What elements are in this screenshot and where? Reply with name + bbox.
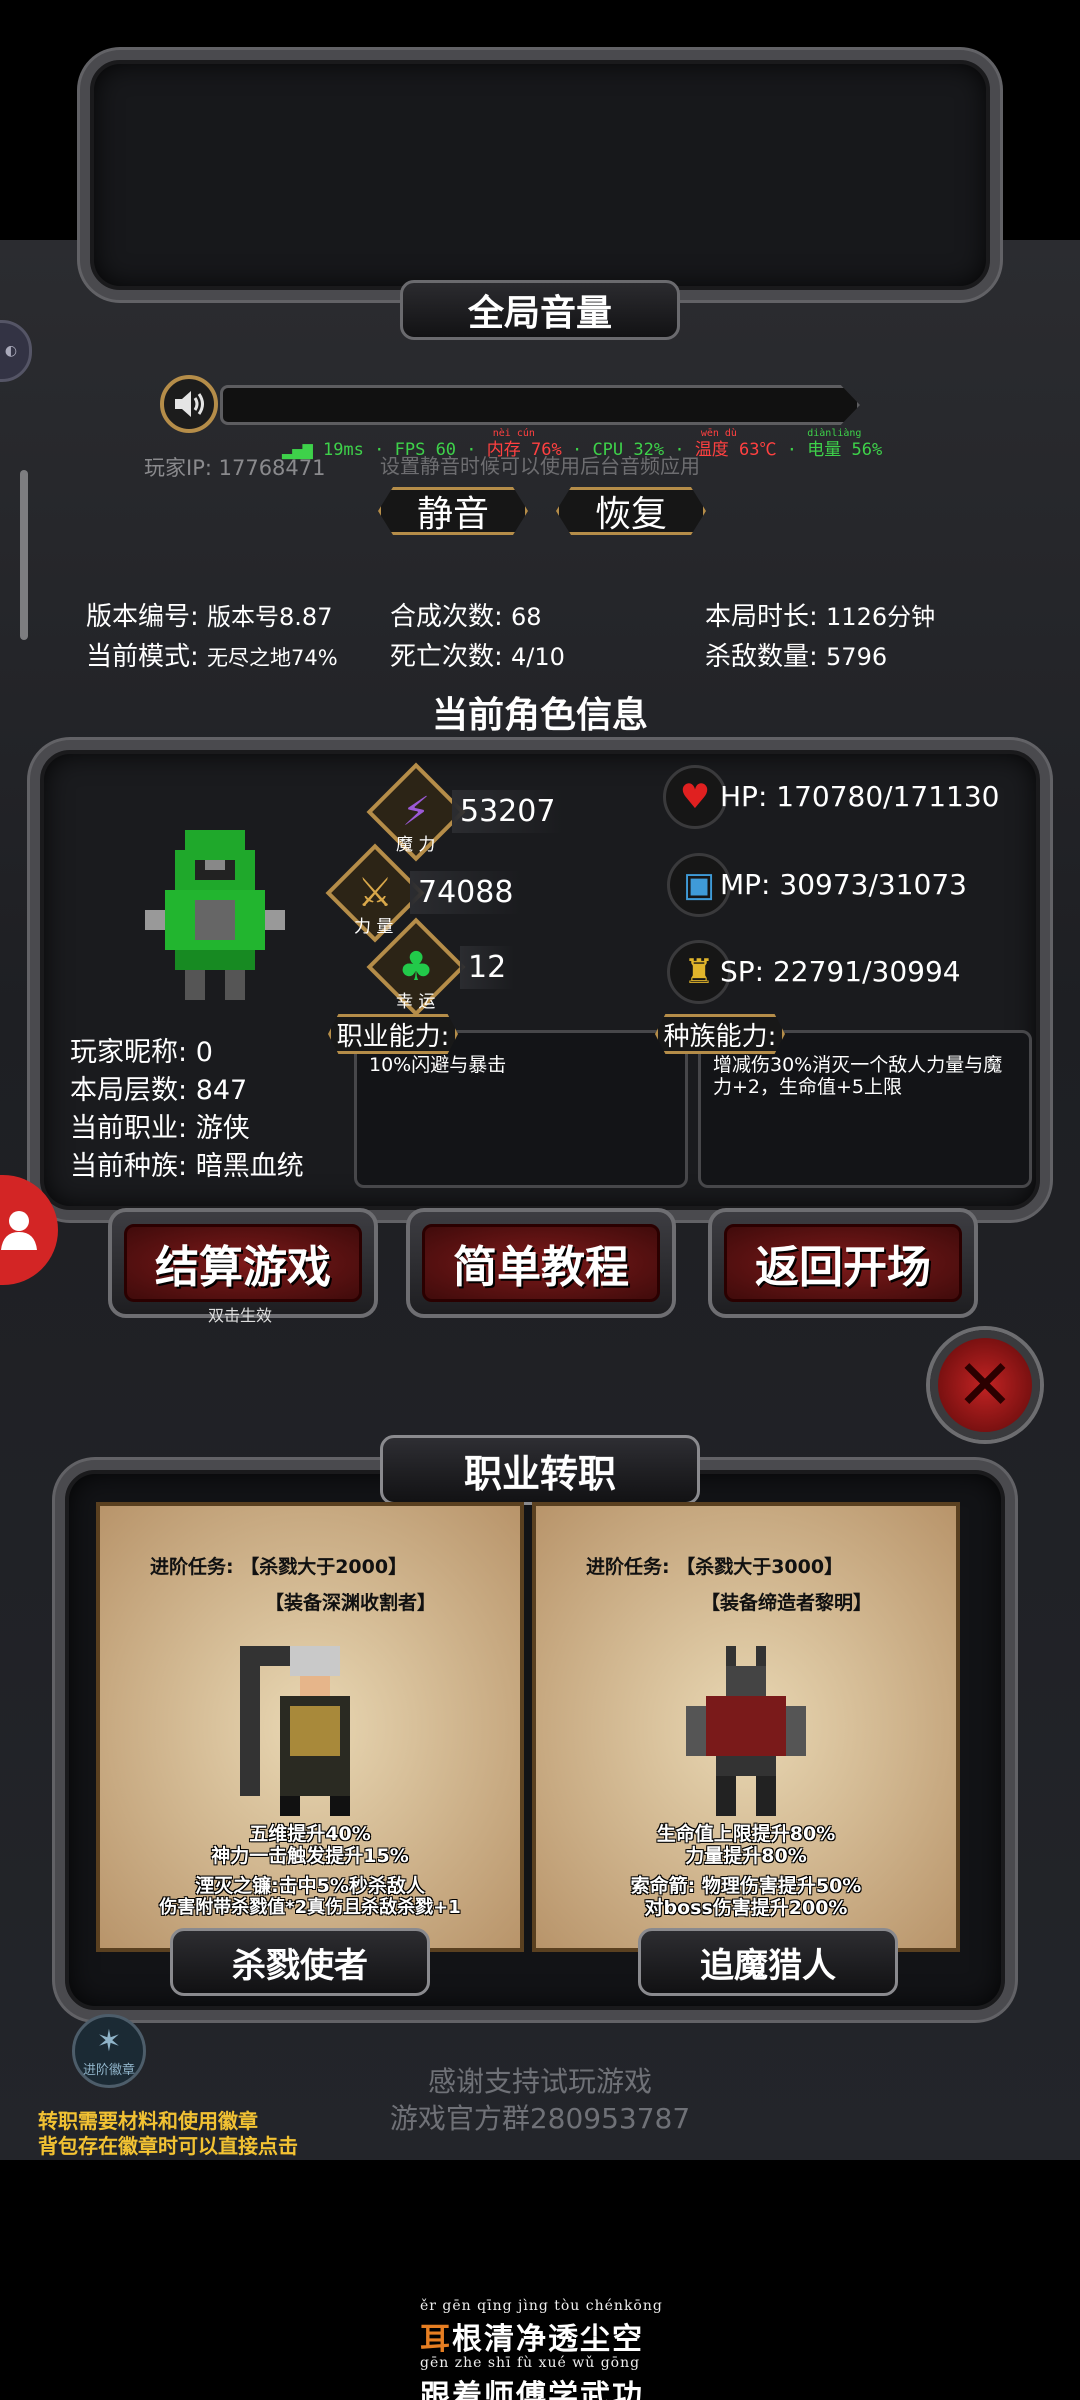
strength-value: 74088: [410, 871, 522, 914]
poem-line-2: gēn zhe shī fù xué wǔ gōng 跟着师傅学武功: [420, 2355, 644, 2400]
synth-label: 合成次数:: [390, 602, 503, 632]
ping-text: 19ms: [322, 440, 364, 460]
card-requirement: 【装备深渊收割者】: [265, 1592, 437, 1614]
magic-label: 魔 力: [396, 835, 436, 855]
character-section-title: 当前角色信息: [431, 695, 648, 736]
kills-label: 杀敌数量:: [705, 642, 818, 672]
luck-value: 12: [460, 946, 515, 989]
card-desc-1: 五维提升40%: [249, 1823, 371, 1845]
poem-line-1: ěr gēn qīng jìng tòu chénkōng 耳根清净透尘空: [420, 2298, 663, 2358]
temp-text: 温度 63℃: [694, 440, 777, 460]
job-card-hunter[interactable]: 进阶任务: 【杀戮大于3000】 【装备缔造者黎明】 生命值上限提升80% 力量…: [532, 1502, 960, 1952]
volume-slider[interactable]: [220, 385, 860, 425]
temp-pinyin: wēn dù: [700, 428, 737, 439]
synth-stat: 合成次数: 68: [390, 596, 542, 633]
card-desc-2: 力量提升80%: [685, 1845, 807, 1867]
version-value: 版本号8.87: [207, 603, 333, 631]
card-requirement: 【装备缔造者黎明】: [701, 1592, 873, 1614]
mute-button[interactable]: 静音: [378, 487, 528, 535]
floor-row: 本局层数: 847: [70, 1068, 247, 1107]
mute-hint: 设置静音时候可以使用后台音频应用: [380, 454, 700, 478]
magic-value: 53207: [452, 790, 564, 833]
hunter-name-plate[interactable]: 追魔猎人: [638, 1928, 898, 1996]
hunter-sprite: [686, 1646, 806, 1816]
version-label: 版本编号:: [86, 602, 199, 632]
return-start-button[interactable]: 返回开场: [708, 1208, 978, 1318]
mode-stat: 当前模式: 无尽之地74%: [86, 636, 338, 673]
mem-pinyin: nèi cún: [492, 428, 535, 439]
poem-line-1-text: 根清净透尘空: [452, 2322, 644, 2357]
card-desc-1: 生命值上限提升80%: [656, 1823, 836, 1845]
card-desc-4: 对boss伤害提升200%: [644, 1897, 848, 1919]
volume-title: 全局音量: [400, 280, 680, 340]
time-value: 1126分钟: [826, 603, 936, 631]
card-desc-3: 索命箭: 物理伤害提升50%: [630, 1875, 862, 1897]
nickname-row: 玩家昵称: 0: [70, 1030, 213, 1069]
poem-line-2-pinyin: gēn zhe shī fù xué wǔ gōng: [420, 2355, 641, 2371]
class-row: 当前职业: 游侠: [70, 1106, 250, 1145]
death-stat: 死亡次数: 4/10: [390, 636, 565, 673]
battery-text: 电量 56%: [807, 440, 883, 460]
hp-text: HP: 170780/171130: [720, 780, 1000, 813]
tutorial-button[interactable]: 简单教程: [406, 1208, 676, 1318]
card-desc-3: 湮灭之镰:击中5%秒杀敌人: [195, 1875, 425, 1897]
user-icon: [1, 1211, 37, 1250]
speaker-icon[interactable]: [160, 375, 218, 433]
floor-label: 本局层数:: [70, 1075, 188, 1106]
job-card-slayer[interactable]: 进阶任务: 【杀戮大于2000】 【装备深渊收割者】 五维提升40% 神力一击触…: [96, 1502, 524, 1952]
player-sprite: [145, 830, 285, 1000]
slayer-name-plate[interactable]: 杀戮使者: [170, 1928, 430, 1996]
version-stat: 版本编号: 版本号8.87: [86, 596, 332, 633]
tutorial-label: 简单教程: [422, 1224, 660, 1302]
synth-value: 68: [511, 603, 542, 631]
card-task: 进阶任务: 【杀戮大于3000】: [586, 1556, 844, 1578]
class-ability-text: 10%闪避与暴击: [369, 1054, 507, 1076]
job-change-note-2: 背包存在徽章时可以直接点击: [38, 2134, 298, 2158]
race-value: 暗黑血统: [195, 1151, 304, 1182]
star-emblem-icon: ✶: [96, 2024, 122, 2059]
job-change-title: 职业转职: [380, 1435, 700, 1505]
mp-text: MP: 30973/31073: [720, 868, 967, 901]
kills-value: 5796: [826, 643, 888, 671]
time-label: 本局时长:: [705, 602, 818, 632]
luck-label: 幸 运: [396, 992, 436, 1012]
player-ip: 玩家IP: 17768471: [144, 456, 326, 480]
race-ability-tag: 种族能力:: [655, 1014, 785, 1054]
thanks-text: 感谢支持试玩游戏: [427, 2065, 652, 2098]
settle-game-label: 结算游戏: [124, 1224, 362, 1302]
poem-line-1-pinyin: ěr gēn qīng jìng tòu chénkōng: [420, 2298, 663, 2314]
nickname-label: 玩家昵称:: [70, 1037, 188, 1068]
mode-label: 当前模式:: [86, 642, 199, 672]
race-row: 当前种族: 暗黑血统: [70, 1144, 304, 1183]
floor-value: 847: [195, 1075, 248, 1106]
mode-value: 无尽之地74%: [207, 646, 338, 670]
close-icon: ✕: [955, 1344, 1015, 1426]
kills-stat: 杀敌数量: 5796: [705, 636, 887, 673]
double-click-hint: 双击生效: [208, 1306, 273, 1325]
time-stat: 本局时长: 1126分钟: [705, 596, 935, 633]
class-ability-tag: 职业能力:: [328, 1014, 458, 1054]
class-value: 游侠: [195, 1113, 250, 1144]
return-start-label: 返回开场: [724, 1224, 962, 1302]
restore-button[interactable]: 恢复: [556, 487, 706, 535]
class-label: 当前职业:: [70, 1113, 188, 1144]
sp-text: SP: 22791/30994: [720, 955, 961, 988]
race-ability-text: 增减伤30%消灭一个敌人力量与魔力+2，生命值+5上限: [713, 1054, 1003, 1098]
race-label: 当前种族:: [70, 1151, 188, 1182]
card-desc-4: 伤害附带杀戮值*2真伤且杀敌杀戮+1: [159, 1897, 461, 1918]
death-label: 死亡次数:: [390, 642, 503, 672]
volume-frame: [80, 50, 1000, 300]
poem-line-1-first: 耳: [420, 2322, 452, 2357]
heart-icon: ♥: [663, 765, 727, 829]
slayer-sprite: [240, 1646, 350, 1816]
card-desc-2: 神力一击触发提升15%: [211, 1845, 409, 1867]
card-task: 进阶任务: 【杀戮大于2000】: [150, 1556, 408, 1578]
poem-line-2-text: 跟着师傅学武功: [420, 2379, 644, 2400]
close-button[interactable]: ✕: [930, 1330, 1040, 1440]
battery-pinyin: diànliàng: [807, 428, 862, 439]
scroll-indicator: [20, 470, 28, 640]
death-value: 4/10: [511, 643, 565, 671]
nickname-value: 0: [195, 1037, 213, 1068]
